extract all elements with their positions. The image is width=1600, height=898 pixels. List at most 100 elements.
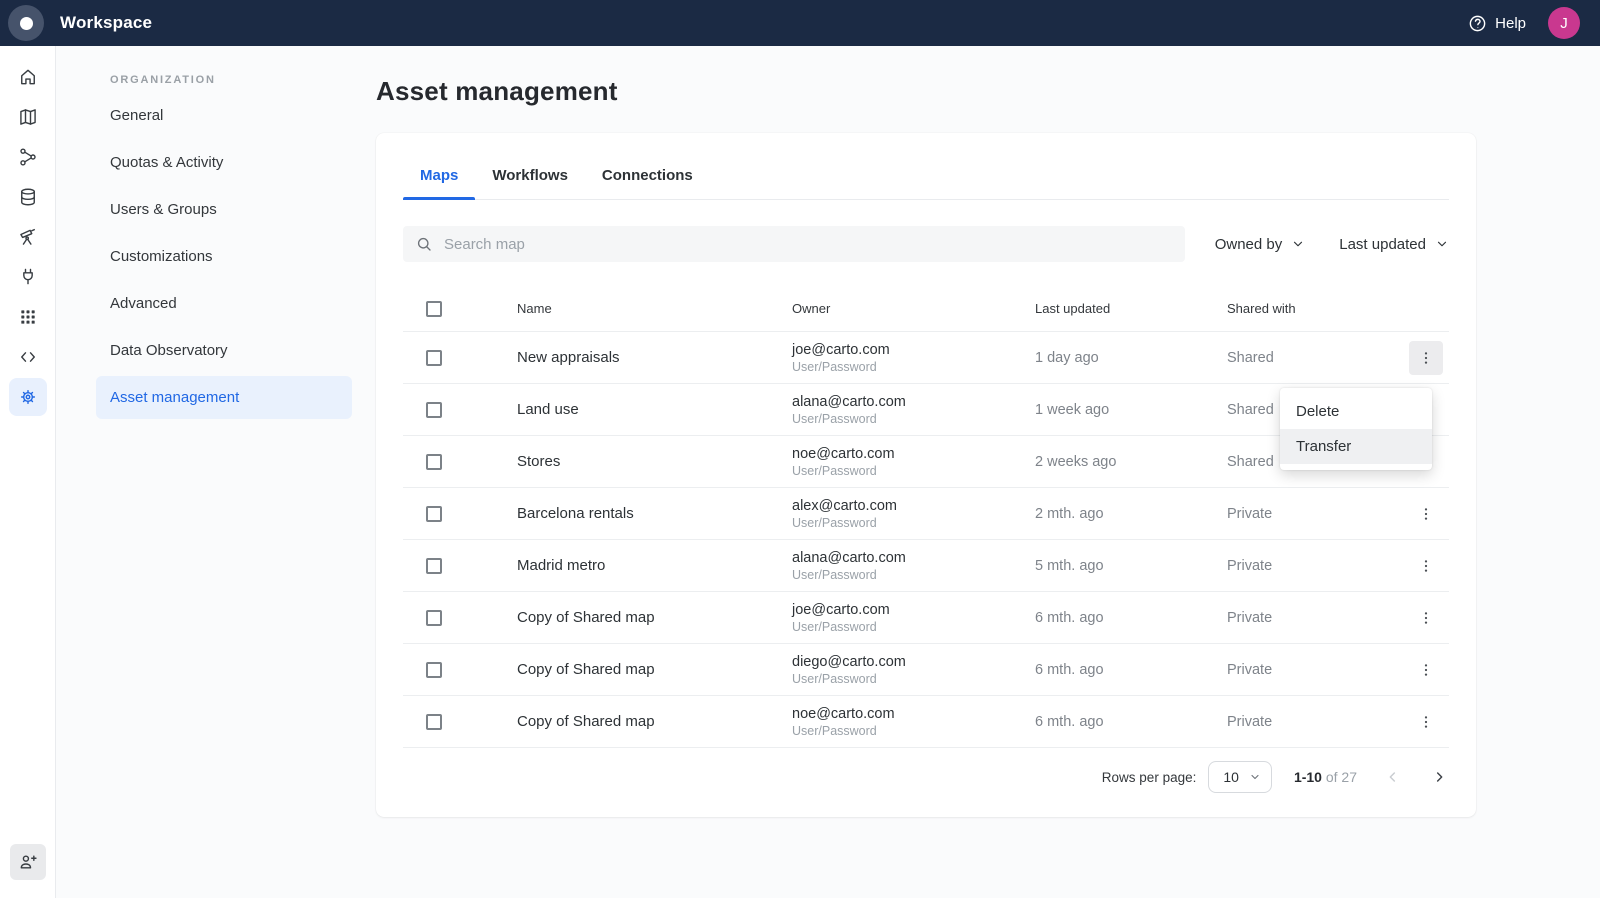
- rows-per-page-value: 10: [1223, 769, 1239, 785]
- next-page-button[interactable]: [1429, 767, 1449, 787]
- last-updated-cell: 6 mth. ago: [1035, 610, 1227, 626]
- rail-item-applications[interactable]: [9, 298, 47, 336]
- map-name: Stores: [517, 453, 792, 470]
- sidebar-item-general[interactable]: General: [96, 94, 352, 137]
- rail-item-data-observatory[interactable]: [9, 218, 47, 256]
- owner-auth: User/Password: [792, 360, 1035, 374]
- tab-workflows[interactable]: Workflows: [475, 155, 585, 199]
- page-range: 1-10 of 27: [1294, 769, 1357, 785]
- owner-auth: User/Password: [792, 672, 1035, 686]
- sidebar-item-customizations[interactable]: Customizations: [96, 235, 352, 278]
- kebab-icon: [1418, 714, 1434, 730]
- row-menu-button[interactable]: [1409, 705, 1443, 739]
- page-range-current: 1-10: [1294, 769, 1322, 785]
- help-button[interactable]: Help: [1468, 14, 1526, 33]
- row-menu-button[interactable]: [1409, 341, 1443, 375]
- last-updated-cell: 2 weeks ago: [1035, 454, 1227, 470]
- top-bar: Workspace Help J: [0, 0, 1600, 46]
- owner-email: joe@carto.com: [792, 342, 1035, 358]
- logo-dot-icon: [20, 17, 33, 30]
- tab-maps[interactable]: Maps: [403, 155, 475, 199]
- rail-item-data[interactable]: [9, 178, 47, 216]
- table-row: Madrid metro alana@carto.comUser/Passwor…: [403, 540, 1449, 592]
- column-shared-with: Shared with: [1227, 301, 1409, 316]
- owner-email: alana@carto.com: [792, 394, 1035, 410]
- rail-item-workflows[interactable]: [9, 138, 47, 176]
- chevron-down-icon: [1435, 237, 1449, 251]
- table-row: New appraisals joe@carto.comUser/Passwor…: [403, 332, 1449, 384]
- sidebar-item-quotas-activity[interactable]: Quotas & Activity: [96, 141, 352, 184]
- shared-with-cell: Private: [1227, 662, 1409, 678]
- invite-user-button[interactable]: [10, 844, 46, 880]
- rail-item-home[interactable]: [9, 58, 47, 96]
- sidebar-item-asset-management[interactable]: Asset management: [96, 376, 352, 419]
- last-updated-cell: 2 mth. ago: [1035, 506, 1227, 522]
- row-checkbox[interactable]: [426, 454, 442, 470]
- owner-auth: User/Password: [792, 724, 1035, 738]
- map-name: Barcelona rentals: [517, 505, 792, 522]
- search-map-field: [403, 226, 1185, 262]
- shared-with-cell: Shared: [1227, 350, 1409, 366]
- chevron-down-icon: [1291, 237, 1305, 251]
- rail-item-settings[interactable]: [9, 378, 47, 416]
- last-updated-cell: 1 day ago: [1035, 350, 1227, 366]
- database-icon: [18, 187, 38, 207]
- last-updated-cell: 6 mth. ago: [1035, 714, 1227, 730]
- rail-item-developers[interactable]: [9, 338, 47, 376]
- workflows-icon: [18, 147, 38, 167]
- tab-connections[interactable]: Connections: [585, 155, 710, 199]
- row-context-menu: Delete Transfer: [1280, 388, 1432, 470]
- map-name: Land use: [517, 401, 792, 418]
- last-updated-filter[interactable]: Last updated: [1339, 236, 1449, 253]
- rail-item-maps[interactable]: [9, 98, 47, 136]
- row-menu-button[interactable]: [1409, 549, 1443, 583]
- owner-auth: User/Password: [792, 620, 1035, 634]
- owner-email: alana@carto.com: [792, 550, 1035, 566]
- previous-page-button[interactable]: [1383, 767, 1403, 787]
- asset-management-card: Maps Workflows Connections Owned by Last…: [376, 133, 1476, 817]
- telescope-icon: [18, 227, 38, 247]
- sidebar-item-data-observatory[interactable]: Data Observatory: [96, 329, 352, 372]
- table-row: Copy of Shared map diego@carto.comUser/P…: [403, 644, 1449, 696]
- rail-item-connections[interactable]: [9, 258, 47, 296]
- sidebar-nav: ORGANIZATION General Quotas & Activity U…: [56, 46, 376, 898]
- help-icon: [1468, 14, 1487, 33]
- app-logo: [8, 5, 44, 41]
- owner-email: noe@carto.com: [792, 446, 1035, 462]
- sidebar-item-users-groups[interactable]: Users & Groups: [96, 188, 352, 231]
- row-checkbox[interactable]: [426, 610, 442, 626]
- select-all-checkbox[interactable]: [426, 301, 442, 317]
- row-menu-button[interactable]: [1409, 653, 1443, 687]
- row-checkbox[interactable]: [426, 558, 442, 574]
- code-icon: [18, 347, 38, 367]
- kebab-icon: [1418, 610, 1434, 626]
- sidebar-item-advanced[interactable]: Advanced: [96, 282, 352, 325]
- column-last-updated: Last updated: [1035, 301, 1227, 316]
- avatar-initial: J: [1560, 15, 1568, 32]
- owner-auth: User/Password: [792, 568, 1035, 582]
- owned-by-filter[interactable]: Owned by: [1215, 236, 1306, 253]
- menu-item-delete[interactable]: Delete: [1280, 394, 1432, 429]
- search-input[interactable]: [442, 235, 1173, 254]
- row-menu-button[interactable]: [1409, 497, 1443, 531]
- rows-per-page-select[interactable]: 10: [1208, 761, 1272, 793]
- kebab-icon: [1418, 350, 1434, 366]
- shared-with-cell: Private: [1227, 610, 1409, 626]
- row-checkbox[interactable]: [426, 714, 442, 730]
- search-icon: [415, 235, 433, 253]
- menu-item-transfer[interactable]: Transfer: [1280, 429, 1432, 464]
- row-menu-button[interactable]: [1409, 601, 1443, 635]
- user-avatar[interactable]: J: [1548, 7, 1580, 39]
- tab-bar: Maps Workflows Connections: [403, 133, 1449, 200]
- row-checkbox[interactable]: [426, 662, 442, 678]
- last-updated-cell: 6 mth. ago: [1035, 662, 1227, 678]
- icon-rail: [0, 46, 56, 898]
- person-add-icon: [18, 852, 38, 872]
- row-checkbox[interactable]: [426, 402, 442, 418]
- kebab-icon: [1418, 662, 1434, 678]
- table-row: Barcelona rentals alex@carto.comUser/Pas…: [403, 488, 1449, 540]
- row-checkbox[interactable]: [426, 350, 442, 366]
- row-checkbox[interactable]: [426, 506, 442, 522]
- shared-with-cell: Private: [1227, 506, 1409, 522]
- table-row: Copy of Shared map noe@carto.comUser/Pas…: [403, 696, 1449, 748]
